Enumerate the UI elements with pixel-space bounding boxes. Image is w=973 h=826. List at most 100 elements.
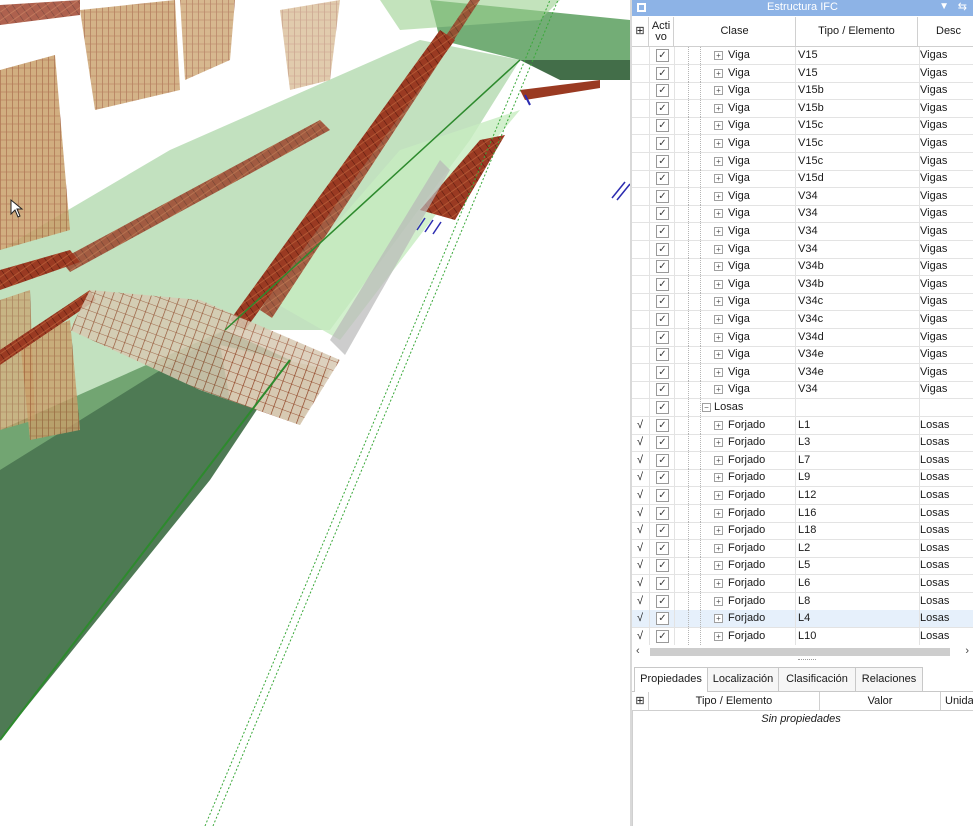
column-header-clase[interactable]: Clase bbox=[674, 17, 796, 46]
expand-icon[interactable]: + bbox=[714, 526, 723, 536]
tree-row[interactable]: ✓ + Viga V34 Vigas bbox=[632, 381, 973, 400]
expand-icon[interactable]: + bbox=[714, 350, 723, 360]
activo-checkbox[interactable]: ✓ bbox=[656, 348, 669, 362]
expand-icon[interactable]: + bbox=[714, 315, 723, 324]
expand-icon[interactable]: + bbox=[714, 614, 723, 624]
expand-icon[interactable]: + bbox=[714, 191, 723, 201]
expand-icon[interactable]: + bbox=[714, 262, 723, 272]
activo-checkbox[interactable]: ✓ bbox=[656, 207, 669, 221]
activo-checkbox[interactable]: ✓ bbox=[656, 418, 669, 432]
activo-checkbox[interactable]: ✓ bbox=[656, 330, 669, 344]
expand-icon[interactable]: + bbox=[714, 473, 723, 483]
activo-checkbox[interactable]: ✓ bbox=[656, 383, 669, 397]
activo-checkbox[interactable]: ✓ bbox=[656, 277, 669, 291]
tree-row[interactable]: √ ✓ + Forjado L10 Losas bbox=[632, 627, 973, 646]
activo-checkbox[interactable]: ✓ bbox=[656, 629, 669, 643]
activo-checkbox[interactable]: ✓ bbox=[656, 471, 669, 485]
expand-icon[interactable]: + bbox=[714, 86, 723, 96]
tree-row[interactable]: ✓ + Viga V15c Vigas bbox=[632, 117, 973, 136]
expand-icon[interactable]: + bbox=[714, 543, 723, 553]
activo-checkbox[interactable]: ✓ bbox=[656, 453, 669, 467]
expand-icon[interactable]: + bbox=[714, 68, 723, 78]
activo-checkbox[interactable]: ✓ bbox=[656, 49, 669, 62]
tree-row[interactable]: ✓ + Viga V15b Vigas bbox=[632, 99, 973, 118]
tree-row[interactable]: √ ✓ + Forjado L12 Losas bbox=[632, 487, 973, 505]
ifc-tree-grid[interactable]: ✓ + Viga V15 Vigas ✓ + Viga V15 Vigas ✓ + Viga V15b Vi… bbox=[632, 47, 973, 646]
expand-icon[interactable]: + bbox=[714, 51, 723, 60]
tree-row[interactable]: ✓ + Viga V34 Vigas bbox=[632, 223, 973, 241]
expand-icon[interactable]: + bbox=[714, 385, 723, 395]
activo-checkbox[interactable]: ✓ bbox=[656, 524, 669, 538]
tree-row[interactable]: √ ✓ + Forjado L8 Losas bbox=[632, 592, 973, 611]
pin-icon[interactable]: ⇆ bbox=[958, 0, 967, 13]
props-header-tipo[interactable]: Tipo / Elemento bbox=[649, 692, 820, 710]
tree-row[interactable]: ✓ + Viga V15 Vigas bbox=[632, 64, 973, 83]
expand-icon[interactable]: + bbox=[714, 631, 723, 641]
column-chooser-icon[interactable]: ⊞ bbox=[632, 17, 649, 46]
activo-checkbox[interactable]: ✓ bbox=[656, 401, 669, 414]
activo-checkbox[interactable]: ✓ bbox=[656, 137, 669, 150]
tree-row[interactable]: ✓ + Viga V34 Vigas bbox=[632, 205, 973, 224]
expand-icon[interactable]: + bbox=[714, 103, 723, 113]
props-header-unidad[interactable]: Unida bbox=[941, 692, 973, 710]
expand-icon[interactable]: + bbox=[714, 297, 723, 307]
tree-row[interactable]: ✓ + Viga V34b Vigas bbox=[632, 275, 973, 294]
activo-checkbox[interactable]: ✓ bbox=[656, 260, 669, 274]
activo-checkbox[interactable]: ✓ bbox=[656, 559, 669, 573]
activo-checkbox[interactable]: ✓ bbox=[656, 242, 669, 256]
activo-checkbox[interactable]: ✓ bbox=[656, 577, 669, 590]
tree-row[interactable]: ✓ + Viga V15c Vigas bbox=[632, 152, 973, 171]
expand-icon[interactable]: + bbox=[714, 438, 723, 448]
tab-relaciones[interactable]: Relaciones bbox=[855, 667, 923, 691]
expand-icon[interactable]: + bbox=[714, 209, 723, 219]
activo-checkbox[interactable]: ✓ bbox=[656, 154, 669, 168]
model-viewport-3d[interactable] bbox=[0, 0, 630, 826]
scroll-right-icon[interactable]: › bbox=[965, 645, 969, 657]
tree-row[interactable]: ✓ + Viga V15c Vigas bbox=[632, 135, 973, 153]
column-header-desc[interactable]: Desc bbox=[918, 17, 973, 46]
expand-icon[interactable]: + bbox=[714, 579, 723, 588]
expand-icon[interactable]: + bbox=[714, 139, 723, 148]
activo-checkbox[interactable]: ✓ bbox=[656, 489, 669, 502]
scroll-left-icon[interactable]: ‹ bbox=[636, 645, 640, 657]
tree-row[interactable]: ✓ + Viga V34c Vigas bbox=[632, 293, 973, 312]
tree-row[interactable]: √ ✓ + Forjado L3 Losas bbox=[632, 434, 973, 453]
expand-icon[interactable]: + bbox=[714, 174, 723, 184]
tree-row[interactable]: ✓ + Viga V15d Vigas bbox=[632, 170, 973, 189]
collapse-icon[interactable]: − bbox=[702, 403, 711, 412]
activo-checkbox[interactable]: ✓ bbox=[656, 172, 669, 186]
activo-checkbox[interactable]: ✓ bbox=[656, 612, 669, 626]
expand-icon[interactable]: + bbox=[714, 156, 723, 166]
tree-row[interactable]: ✓ + Viga V34b Vigas bbox=[632, 258, 973, 277]
dropdown-arrow-icon[interactable]: ▼ bbox=[939, 1, 949, 12]
scrollbar-thumb[interactable] bbox=[650, 648, 950, 656]
props-column-chooser-icon[interactable]: ⊞ bbox=[632, 692, 649, 710]
expand-icon[interactable]: + bbox=[714, 508, 723, 518]
expand-icon[interactable]: + bbox=[714, 121, 723, 131]
tree-row[interactable]: ✓ + Viga V34d Vigas bbox=[632, 328, 973, 347]
activo-checkbox[interactable]: ✓ bbox=[656, 365, 669, 379]
expand-icon[interactable]: + bbox=[714, 491, 723, 500]
tree-row[interactable]: √ ✓ + Forjado L6 Losas bbox=[632, 575, 973, 593]
activo-checkbox[interactable]: ✓ bbox=[656, 436, 669, 450]
tree-row[interactable]: ✓ + Viga V15 Vigas bbox=[632, 47, 973, 65]
column-header-tipo[interactable]: Tipo / Elemento bbox=[796, 17, 918, 46]
tree-row[interactable]: √ ✓ + Forjado L16 Losas bbox=[632, 504, 973, 523]
tree-row[interactable]: ✓ − Losas bbox=[632, 399, 973, 417]
activo-checkbox[interactable]: ✓ bbox=[656, 101, 669, 115]
activo-checkbox[interactable]: ✓ bbox=[656, 594, 669, 608]
tree-row[interactable]: √ ✓ + Forjado L4 Losas bbox=[632, 610, 973, 629]
expand-icon[interactable]: + bbox=[714, 244, 723, 254]
activo-checkbox[interactable]: ✓ bbox=[656, 189, 669, 203]
tree-row[interactable]: ✓ + Viga V15b Vigas bbox=[632, 82, 973, 101]
expand-icon[interactable]: + bbox=[714, 455, 723, 465]
tree-row[interactable]: √ ✓ + Forjado L18 Losas bbox=[632, 522, 973, 541]
expand-icon[interactable]: + bbox=[714, 367, 723, 377]
resize-grip[interactable] bbox=[798, 659, 816, 664]
expand-icon[interactable]: + bbox=[714, 420, 723, 430]
expand-icon[interactable]: + bbox=[714, 561, 723, 571]
tree-row[interactable]: √ ✓ + Forjado L5 Losas bbox=[632, 557, 973, 576]
props-header-valor[interactable]: Valor bbox=[820, 692, 941, 710]
tree-row[interactable]: ✓ + Viga V34 Vigas bbox=[632, 240, 973, 259]
column-header-activo[interactable]: Acti vo bbox=[649, 17, 674, 46]
